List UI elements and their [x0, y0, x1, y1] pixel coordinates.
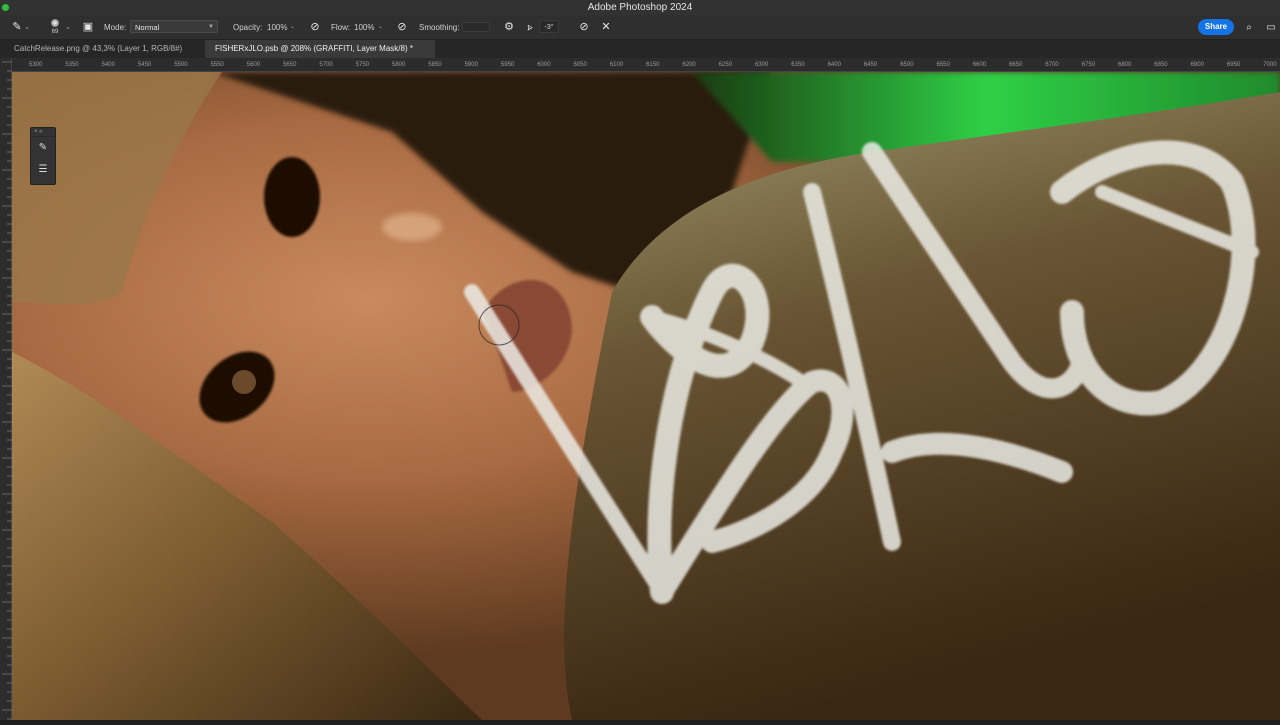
ruler-tick-label: 5400 — [101, 62, 115, 68]
ruler-tick-label: 6750 — [1081, 62, 1096, 68]
tab-catchrelease[interactable]: CatchRelease.png @ 43,3% (Layer 1, RGB/8… — [4, 40, 200, 58]
tab-fisherxjlo[interactable]: FISHERxJLO.psb @ 208% (GRAFFITI, Layer M… — [205, 40, 435, 58]
brush-settings-icon[interactable]: ▣ — [79, 15, 97, 40]
workspace-icon[interactable]: ▭ — [1262, 15, 1280, 40]
ruler-tick-label: 6900 — [1190, 62, 1204, 68]
flow-label: Flow: — [331, 23, 351, 32]
ruler-tick-label: 6150 — [646, 62, 660, 68]
ruler-tick-label: 5850 — [428, 62, 442, 68]
horizontal-ruler[interactable]: 5300 5350 5400 5450 5500 5550 5600 5650 5700 5750… — [12, 58, 1280, 72]
adjustments-panel-icon[interactable]: ☰ — [31, 159, 55, 181]
ruler-tick-label: 6500 — [900, 62, 914, 68]
flow-chevron-icon[interactable]: ⌄ — [378, 15, 383, 40]
mode-select[interactable]: Normal ▼ — [130, 20, 218, 33]
brush-chevron-icon[interactable]: ⌄ — [63, 15, 73, 40]
smoothing-label: Smoothing: — [419, 23, 460, 32]
ruler-tick-label: 6800 — [1118, 62, 1132, 68]
ruler-tick-label: 5300 — [29, 62, 43, 68]
upper-eye — [264, 157, 320, 237]
ruler-tick-label: 5600 — [246, 62, 261, 68]
vertical-ruler[interactable] — [0, 58, 12, 720]
ruler-tick-label: 5550 — [210, 62, 224, 68]
ruler-tick-label: 6950 — [1226, 62, 1241, 68]
ruler-tick-label: 5500 — [174, 62, 188, 68]
opacity-label: Opacity: — [233, 23, 263, 32]
brush-preset-picker[interactable]: 69 — [48, 18, 62, 38]
ruler-tick-label: 5700 — [319, 62, 333, 68]
ruler-tick-label: 6600 — [972, 62, 987, 68]
ruler-tick-label: 6100 — [609, 62, 624, 68]
pressure-size-icon[interactable]: ⊘ — [575, 15, 593, 40]
ruler-tick-label: 7000 — [1263, 62, 1277, 68]
opacity-input[interactable]: 100% — [267, 15, 287, 40]
ruler-tick-label: 6550 — [936, 62, 950, 68]
mode-label: Mode: — [104, 23, 127, 32]
ruler-tick-label: 5800 — [392, 62, 406, 68]
smoothing-gear-icon[interactable]: ⚙ — [500, 15, 518, 40]
window-zoom-button[interactable] — [2, 4, 9, 11]
brush-tip-icon — [51, 19, 59, 27]
panel-header[interactable]: × « — [31, 128, 55, 137]
ruler-tick-label: 5650 — [283, 62, 297, 68]
ruler-tick-label: 5950 — [500, 62, 515, 68]
floating-tool-panel: × « ✎ ☰ — [30, 127, 56, 185]
search-icon[interactable]: ⌕ — [1240, 15, 1258, 40]
brush-panel-icon[interactable]: ✎ — [31, 137, 55, 159]
ruler-tick-label: 5350 — [65, 62, 79, 68]
airbrush-icon[interactable]: ⊘ — [393, 15, 411, 40]
mode-value: Normal — [135, 23, 160, 32]
ruler-tick-label: 6000 — [537, 62, 551, 68]
canvas-artwork — [12, 72, 1280, 720]
smoothing-input[interactable] — [462, 22, 490, 32]
ruler-tick-label: 6700 — [1045, 62, 1059, 68]
document-tab-bar: CatchRelease.png @ 43,3% (Layer 1, RGB/8… — [0, 40, 1280, 58]
tool-preset-chevron-icon[interactable]: ⌄ — [22, 15, 32, 40]
flow-input[interactable]: 100% — [354, 15, 374, 40]
tab-label: FISHERxJLO.psb @ 208% (GRAFFITI, Layer M… — [215, 44, 413, 53]
pressure-opacity-icon[interactable]: ⊘ — [306, 15, 324, 40]
iris — [232, 370, 256, 394]
nose-highlight — [382, 213, 442, 241]
ruler-tick-label: 6300 — [755, 62, 769, 68]
symmetry-icon[interactable]: ✕ — [597, 15, 615, 40]
chevron-down-icon: ▼ — [208, 24, 214, 30]
tab-label: CatchRelease.png @ 43,3% (Layer 1, RGB/8… — [14, 44, 183, 53]
document-canvas[interactable] — [12, 72, 1280, 720]
ruler-tick-label: 6650 — [1009, 62, 1023, 68]
options-bar: ✎ ⌄ 69 ⌄ ▣ Mode: Normal ▼ Opacity: 100% … — [0, 15, 1280, 40]
window-title: Adobe Photoshop 2024 — [587, 2, 693, 13]
brush-size-value: 69 — [51, 29, 59, 35]
vertical-ruler-ticks — [2, 61, 12, 720]
ruler-tick-label: 6050 — [573, 62, 587, 68]
title-bar: Adobe Photoshop 2024 — [0, 0, 1280, 15]
ruler-tick-label: 5900 — [464, 62, 478, 68]
ruler-tick-label: 5450 — [137, 62, 152, 68]
angle-input[interactable]: -3° — [539, 20, 559, 33]
opacity-chevron-icon[interactable]: ⌄ — [290, 15, 295, 40]
ruler-tick-label: 6400 — [827, 62, 841, 68]
ruler-tick-label: 6350 — [791, 62, 805, 68]
ruler-tick-label: 6250 — [718, 62, 733, 68]
ruler-tick-label: 6450 — [863, 62, 878, 68]
ruler-tick-label: 6200 — [682, 62, 696, 68]
ruler-tick-label: 5750 — [355, 62, 370, 68]
ruler-tick-label: 6850 — [1154, 62, 1168, 68]
angle-icon: ⦠ — [527, 22, 533, 32]
share-button[interactable]: Share — [1198, 19, 1234, 35]
